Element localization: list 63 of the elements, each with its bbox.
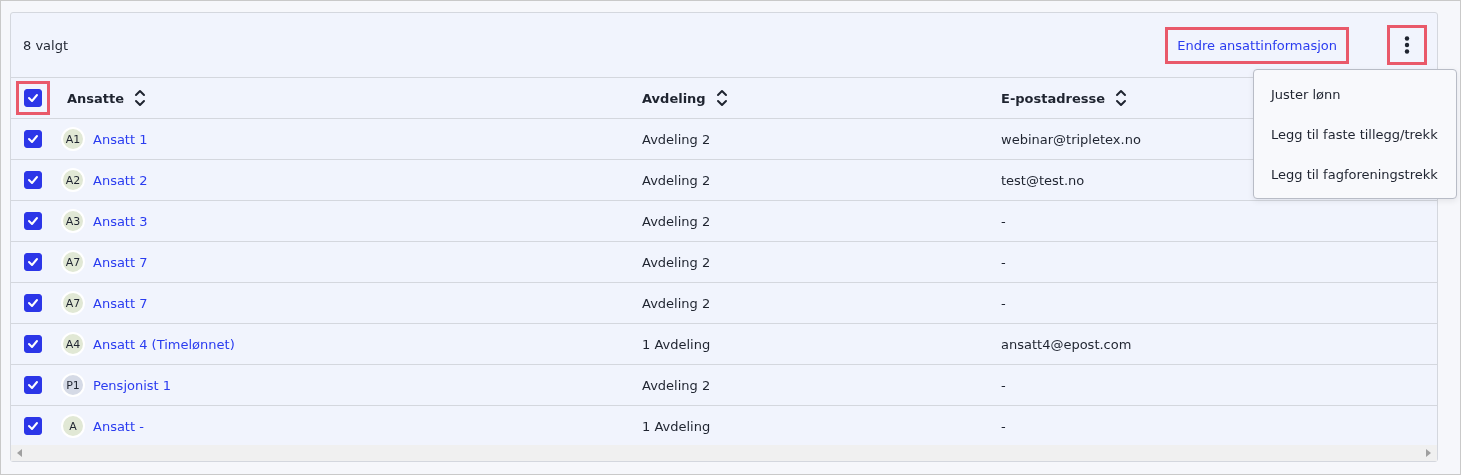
employee-link[interactable]: Ansatt -	[93, 418, 144, 434]
table-cell: -	[1001, 377, 1006, 393]
column-header[interactable]: E-postadresse	[1001, 90, 1106, 106]
table-cell: 1 Avdeling	[642, 336, 711, 352]
row-checkbox[interactable]	[24, 130, 42, 148]
menu-item[interactable]: Legg til fagforeningstrekk	[1254, 154, 1456, 194]
more-icon	[1404, 35, 1410, 55]
avatar: A7	[61, 250, 85, 274]
table-cell: Avdeling 2	[642, 377, 711, 393]
check-icon	[27, 216, 39, 226]
table-cell: Avdeling 2	[642, 172, 711, 188]
column-header[interactable]: Ansatte	[67, 90, 125, 106]
avatar: A3	[61, 209, 85, 233]
employee-link[interactable]: Pensjonist 1	[93, 377, 172, 393]
check-icon	[27, 134, 39, 144]
check-icon	[27, 421, 39, 431]
check-icon	[27, 257, 39, 267]
row-checkbox[interactable]	[24, 417, 42, 435]
menu-item[interactable]: Legg til faste tillegg/trekk	[1254, 114, 1456, 154]
employee-link[interactable]: Ansatt 2	[93, 172, 148, 188]
table-cell: -	[1001, 213, 1006, 229]
check-icon	[27, 339, 39, 349]
table-cell: -	[1001, 295, 1006, 311]
selection-count: 8 valgt	[23, 37, 70, 53]
row-checkbox[interactable]	[24, 212, 42, 230]
table-cell: ansatt4@epost.com	[1001, 336, 1132, 352]
table-cell: test@test.no	[1001, 172, 1085, 188]
menu-item[interactable]: Juster lønn	[1254, 74, 1456, 114]
check-icon	[27, 93, 39, 103]
table-cell: 1 Avdeling	[642, 418, 711, 434]
sort-icon[interactable]	[134, 89, 147, 107]
row-checkbox[interactable]	[24, 335, 42, 353]
sort-icon[interactable]	[1115, 89, 1128, 107]
row-checkbox[interactable]	[24, 294, 42, 312]
avatar: A1	[61, 127, 85, 151]
row-checkbox[interactable]	[24, 376, 42, 394]
check-icon	[27, 298, 39, 308]
avatar: A2	[61, 168, 85, 192]
avatar: A	[61, 414, 85, 438]
avatar: A7	[61, 291, 85, 315]
table-cell: Avdeling 2	[642, 131, 711, 147]
table-cell: -	[1001, 418, 1006, 434]
table-cell: -	[1001, 254, 1006, 270]
employee-link[interactable]: Ansatt 4 (Timelønnet)	[93, 336, 235, 352]
table-cell: webinar@tripletex.no	[1001, 131, 1141, 147]
check-icon	[27, 175, 39, 185]
avatar: P1	[61, 373, 85, 397]
employee-link[interactable]: Ansatt 3	[93, 213, 148, 229]
row-checkbox[interactable]	[24, 253, 42, 271]
employee-link[interactable]: Ansatt 1	[93, 131, 148, 147]
column-header[interactable]: Avdeling	[642, 90, 706, 106]
employee-link[interactable]: Ansatt 7	[93, 254, 148, 270]
table-cell: Avdeling 2	[642, 254, 711, 270]
sort-icon[interactable]	[715, 89, 728, 107]
table-cell: Avdeling 2	[642, 295, 711, 311]
table-cell: Avdeling 2	[642, 213, 711, 229]
employee-link[interactable]: Ansatt 7	[93, 295, 148, 311]
row-checkbox[interactable]	[24, 171, 42, 189]
check-icon	[27, 380, 39, 390]
more-menu-button[interactable]	[1387, 25, 1427, 65]
edit-link[interactable]: Endre ansattinformasjon	[1165, 26, 1349, 64]
select-all-checkbox[interactable]	[24, 89, 42, 107]
avatar: A4	[61, 332, 85, 356]
